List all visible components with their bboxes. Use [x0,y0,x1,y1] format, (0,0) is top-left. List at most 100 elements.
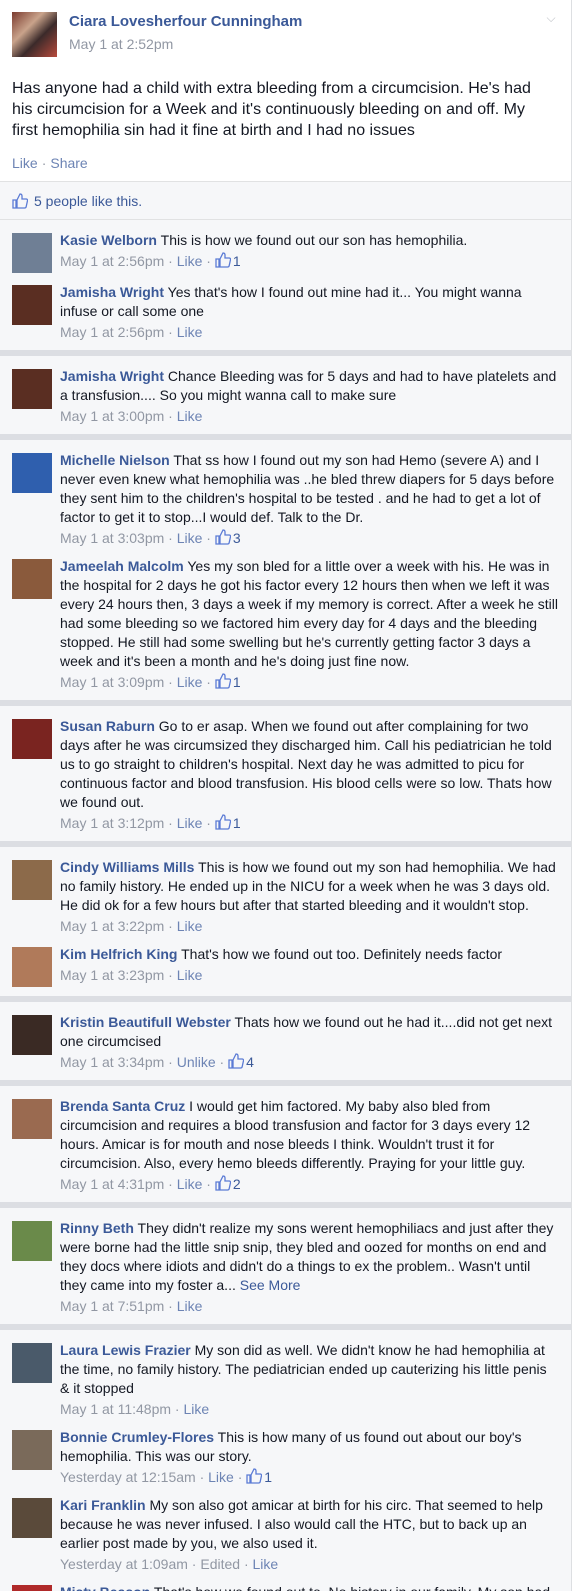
comment-timestamp[interactable]: May 1 at 3:12pm [60,815,164,831]
commenter-name[interactable]: Susan Raburn [60,718,155,734]
comment-timestamp[interactable]: May 1 at 3:22pm [60,918,164,934]
commenter-avatar[interactable] [12,233,52,273]
author-avatar[interactable] [12,12,57,57]
commenter-avatar[interactable] [12,1585,52,1591]
comment: Kim Helfrich King That's how we found ou… [0,940,571,992]
commenter-avatar[interactable] [12,285,52,325]
commenter-avatar[interactable] [12,1221,52,1261]
share-button[interactable]: Share [50,155,87,171]
comment-like-button[interactable]: Like [177,253,203,269]
comment-like-count[interactable]: 1 [233,253,241,269]
comment-timestamp[interactable]: May 1 at 3:09pm [60,674,164,690]
comment-timestamp[interactable]: May 1 at 4:31pm [60,1176,164,1192]
comment-like-button[interactable]: Unlike [177,1054,216,1070]
commenter-avatar[interactable] [12,719,52,759]
comment-like-count[interactable]: 1 [233,815,241,831]
commenter-name[interactable]: Laura Lewis Frazier [60,1342,191,1358]
commenter-avatar[interactable] [12,453,52,493]
comment-timestamp[interactable]: May 1 at 3:00pm [60,408,164,424]
commenter-avatar[interactable] [12,369,52,409]
thumbs-up-icon [12,192,28,209]
commenter-name[interactable]: Kasie Welborn [60,232,157,248]
commenter-avatar[interactable] [12,1498,52,1538]
comment-like-button[interactable]: Like [177,918,203,934]
comment-meta: May 1 at 7:51pm · Like [60,1298,203,1314]
comment-timestamp[interactable]: May 1 at 7:51pm [60,1298,164,1314]
comment-timestamp[interactable]: Yesterday at 1:09am [60,1556,188,1572]
comment-text: Yes my son bled for a little over a week… [60,558,558,669]
comment-thread: Kasie Welborn This is how we found out o… [0,220,571,356]
comment-like-button[interactable]: Like [177,1176,203,1192]
comment-timestamp[interactable]: May 1 at 3:23pm [60,967,164,983]
comment-text: That's how we found out too. Definitely … [181,946,503,962]
commenter-name[interactable]: Brenda Santa Cruz [60,1098,185,1114]
comment-like-button[interactable]: Like [183,1401,209,1417]
comment-meta: May 1 at 3:00pm · Like [60,408,203,424]
commenter-avatar[interactable] [12,1015,52,1055]
comment-like-count[interactable]: 4 [246,1054,254,1070]
post-author[interactable]: Ciara Lovesherfour Cunningham [69,13,543,31]
comment-thread: Jamisha Wright Chance Bleeding was for 5… [0,356,571,440]
likes-count-text: 5 people like this. [34,192,143,209]
chevron-down-icon[interactable]: ⌵ [543,12,559,26]
comment: Cindy Williams Mills This is how we foun… [0,853,571,940]
comment-meta: May 1 at 2:56pm · Like · 1 [60,252,241,269]
edited-label[interactable]: Edited [200,1556,240,1572]
like-button[interactable]: Like [12,155,38,171]
comment-meta: May 1 at 3:34pm · Unlike · 4 [60,1053,254,1070]
comment-like-button[interactable]: Like [208,1469,234,1485]
likes-summary[interactable]: 5 people like this. [0,182,571,220]
comment-body: Kari Franklin My son also got amicar at … [60,1496,559,1573]
comment-like-count[interactable]: 1 [233,674,241,690]
commenter-avatar[interactable] [12,1430,52,1470]
comment-body: Brenda Santa Cruz I would get him factor… [60,1097,559,1193]
comment-timestamp[interactable]: May 1 at 11:48pm [60,1401,171,1417]
comment-meta: May 1 at 2:56pm · Like [60,324,203,340]
thumbs-up-icon [215,1175,231,1191]
commenter-name[interactable]: Misty Beason [60,1584,150,1591]
comment-body: Cindy Williams Mills This is how we foun… [60,858,559,935]
comment-body: Jamisha Wright Yes that's how I found ou… [60,283,559,341]
comment-like-button[interactable]: Like [253,1556,279,1572]
comment-like-button[interactable]: Like [177,967,203,983]
commenter-name[interactable]: Jameelah Malcolm [60,558,184,574]
comment-timestamp[interactable]: Yesterday at 12:15am [60,1469,196,1485]
commenter-avatar[interactable] [12,1343,52,1383]
comment-timestamp[interactable]: May 1 at 3:03pm [60,530,164,546]
comment-body: Bonnie Crumley-Flores This is how many o… [60,1428,559,1486]
comment-body: Jamisha Wright Chance Bleeding was for 5… [60,367,559,425]
comment: Brenda Santa Cruz I would get him factor… [0,1092,571,1198]
comment-like-count[interactable]: 3 [233,530,241,546]
comment-timestamp[interactable]: May 1 at 2:56pm [60,324,164,340]
comment-like-button[interactable]: Like [177,324,203,340]
commenter-name[interactable]: Jamisha Wright [60,368,164,384]
commenter-avatar[interactable] [12,1099,52,1139]
comment-meta: Yesterday at 12:15am · Like · 1 [60,1468,273,1485]
comment-like-button[interactable]: Like [177,530,203,546]
commenter-name[interactable]: Rinny Beth [60,1220,134,1236]
comment-body: Laura Lewis Frazier My son did as well. … [60,1341,559,1418]
commenter-name[interactable]: Kim Helfrich King [60,946,177,962]
comment-like-count[interactable]: 1 [264,1469,272,1485]
commenter-name[interactable]: Kristin Beautifull Webster [60,1014,231,1030]
commenter-avatar[interactable] [12,947,52,987]
commenter-name[interactable]: Cindy Williams Mills [60,859,194,875]
commenter-name[interactable]: Bonnie Crumley-Flores [60,1429,214,1445]
comment: Jamisha Wright Yes that's how I found ou… [0,278,571,346]
commenter-name[interactable]: Michelle Nielson [60,452,170,468]
commenter-avatar[interactable] [12,559,52,599]
commenter-name[interactable]: Kari Franklin [60,1497,146,1513]
comment-like-button[interactable]: Like [177,408,203,424]
separator: · [41,155,47,171]
comment-like-button[interactable]: Like [177,674,203,690]
comment-body: Kasie Welborn This is how we found out o… [60,231,559,273]
comment-like-button[interactable]: Like [177,815,203,831]
commenter-name[interactable]: Jamisha Wright [60,284,164,300]
post-timestamp[interactable]: May 1 at 2:52pm [69,35,543,53]
comment-timestamp[interactable]: May 1 at 3:34pm [60,1054,164,1070]
commenter-avatar[interactable] [12,860,52,900]
comment-timestamp[interactable]: May 1 at 2:56pm [60,253,164,269]
see-more-link[interactable]: See More [240,1277,301,1293]
comment-like-button[interactable]: Like [177,1298,203,1314]
comment-like-count[interactable]: 2 [233,1176,241,1192]
